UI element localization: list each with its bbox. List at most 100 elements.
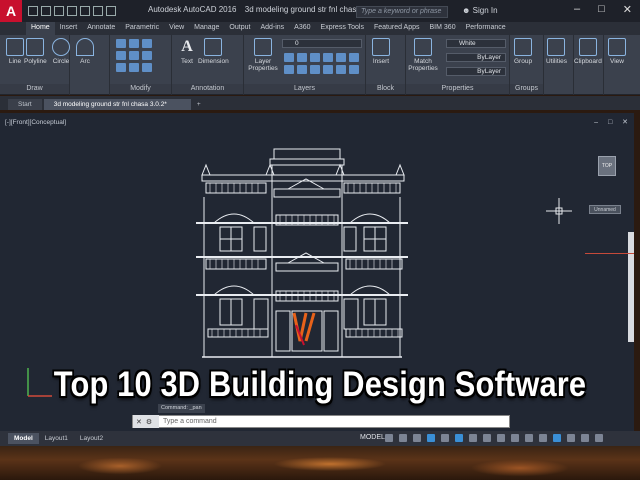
save-as-icon[interactable]: [67, 6, 77, 16]
tab-a360[interactable]: A360: [289, 22, 315, 35]
new-file-icon[interactable]: [28, 6, 38, 16]
plus-icon[interactable]: [525, 434, 533, 442]
layer-tool-icon[interactable]: [349, 53, 359, 62]
tab-home[interactable]: Home: [26, 22, 55, 35]
lineweight-dropdown[interactable]: ByLayer: [446, 67, 506, 76]
tab-express-tools[interactable]: Express Tools: [316, 22, 369, 35]
osnap-icon[interactable]: [455, 434, 463, 442]
fillet-icon[interactable]: [142, 51, 152, 60]
stretch-icon[interactable]: [116, 63, 126, 72]
tab-annotate[interactable]: Annotate: [82, 22, 120, 35]
workspace-icon[interactable]: [511, 434, 519, 442]
text-tool[interactable]: A Text: [178, 38, 196, 65]
model-space-toggle[interactable]: MODEL: [360, 434, 385, 441]
object-track-icon[interactable]: [469, 434, 477, 442]
move-icon[interactable]: [116, 39, 126, 48]
tab-insert[interactable]: Insert: [55, 22, 83, 35]
plot-icon[interactable]: [80, 6, 90, 16]
active-drawing-tab[interactable]: 3d modeling ground str fnl chasa 3.0.2*: [43, 99, 191, 110]
layer-dropdown[interactable]: 0: [282, 39, 362, 48]
layers-panel-label[interactable]: Layers: [244, 84, 365, 94]
vertical-scrollbar[interactable]: [628, 232, 634, 342]
layer-tool-icon[interactable]: [310, 53, 320, 62]
layer-tool-icon[interactable]: [323, 65, 333, 74]
modify-panel-label[interactable]: Modify: [110, 84, 171, 94]
clipboard-tool[interactable]: Clipboard: [574, 38, 602, 65]
layer-tool-icon[interactable]: [297, 53, 307, 62]
trim-icon[interactable]: [142, 39, 152, 48]
layout-tab-layout1[interactable]: Layout1: [39, 433, 74, 444]
match-properties-tool[interactable]: Match Properties: [408, 38, 438, 72]
properties-panel-label[interactable]: Properties: [406, 84, 509, 94]
layer-tool-icon[interactable]: [297, 65, 307, 74]
ortho-icon[interactable]: [413, 434, 421, 442]
close-icon[interactable]: ✕: [136, 418, 142, 426]
layer-tool-icon[interactable]: [310, 65, 320, 74]
rotate-icon[interactable]: [129, 39, 139, 48]
tab-add-ins[interactable]: Add-ins: [255, 22, 289, 35]
insert-block-tool[interactable]: Insert: [372, 38, 390, 65]
undo-icon[interactable]: [93, 6, 103, 16]
block-panel-label[interactable]: Block: [366, 84, 405, 94]
lineweight-icon[interactable]: [483, 434, 491, 442]
clean-screen-icon[interactable]: [581, 434, 589, 442]
line-tool[interactable]: Line: [6, 38, 24, 65]
polyline-tool[interactable]: Polyline: [24, 38, 47, 65]
maximize-icon[interactable]: □: [598, 3, 605, 16]
layer-tool-icon[interactable]: [284, 53, 294, 62]
customize-icon[interactable]: [595, 434, 603, 442]
tab-featured-apps[interactable]: Featured Apps: [369, 22, 425, 35]
tab-performance[interactable]: Performance: [461, 22, 511, 35]
scale-icon[interactable]: [129, 63, 139, 72]
tab-parametric[interactable]: Parametric: [120, 22, 164, 35]
viewcube[interactable]: TOP: [598, 156, 616, 176]
layer-tool-icon[interactable]: [323, 53, 333, 62]
layer-tool-icon[interactable]: [336, 53, 346, 62]
array-icon[interactable]: [142, 63, 152, 72]
layout-tab-layout2[interactable]: Layout2: [74, 433, 109, 444]
linetype-dropdown[interactable]: ByLayer: [446, 53, 506, 62]
command-input[interactable]: Type a command: [159, 418, 509, 425]
minimize-icon[interactable]: –: [574, 3, 580, 16]
search-input[interactable]: Type a keyword or phrase: [356, 6, 448, 18]
start-tab[interactable]: Start: [8, 99, 42, 110]
color-dropdown[interactable]: White: [446, 39, 506, 48]
grid-icon[interactable]: [385, 434, 393, 442]
open-file-icon[interactable]: [41, 6, 51, 16]
new-tab-button[interactable]: +: [192, 99, 205, 110]
annotation-scale-icon[interactable]: [497, 434, 505, 442]
tab-bim-360[interactable]: BIM 360: [425, 22, 461, 35]
isolate-icon[interactable]: [553, 434, 561, 442]
layer-properties-tool[interactable]: Layer Properties: [248, 38, 278, 72]
hardware-accel-icon[interactable]: [567, 434, 575, 442]
units-icon[interactable]: [539, 434, 547, 442]
building-elevation-drawing[interactable]: [196, 145, 408, 360]
application-menu-button[interactable]: A: [0, 0, 22, 22]
polar-icon[interactable]: [427, 434, 435, 442]
mirror-icon[interactable]: [129, 51, 139, 60]
snap-icon[interactable]: [399, 434, 407, 442]
command-line[interactable]: ✕ ⚙ Type a command: [132, 415, 510, 428]
circle-tool[interactable]: Circle: [52, 38, 70, 65]
wrench-icon[interactable]: ⚙: [146, 418, 152, 426]
ucs-unnamed-menu[interactable]: Unnamed: [589, 205, 621, 214]
copy-icon[interactable]: [116, 51, 126, 60]
tab-output[interactable]: Output: [224, 22, 255, 35]
tab-view[interactable]: View: [164, 22, 189, 35]
sign-in-button[interactable]: ☻ Sign In: [462, 6, 498, 15]
layer-tool-icon[interactable]: [349, 65, 359, 74]
group-tool[interactable]: Group: [514, 38, 532, 65]
layout-tab-model[interactable]: Model: [8, 433, 39, 444]
utilities-tool[interactable]: Utilities: [546, 38, 567, 65]
close-icon[interactable]: ✕: [623, 3, 632, 16]
arc-tool[interactable]: Arc: [76, 38, 94, 65]
draw-panel-label[interactable]: Draw: [0, 84, 69, 94]
dimension-tool[interactable]: Dimension: [198, 38, 229, 65]
layer-tool-icon[interactable]: [284, 65, 294, 74]
isodraft-icon[interactable]: [441, 434, 449, 442]
groups-panel-label[interactable]: Groups: [510, 84, 543, 94]
annotation-panel-label[interactable]: Annotation: [172, 84, 243, 94]
redo-icon[interactable]: [106, 6, 116, 16]
viewport-window-controls[interactable]: – □ ✕: [594, 118, 632, 126]
viewport-controls-label[interactable]: [-][Front][Conceptual]: [5, 119, 66, 126]
